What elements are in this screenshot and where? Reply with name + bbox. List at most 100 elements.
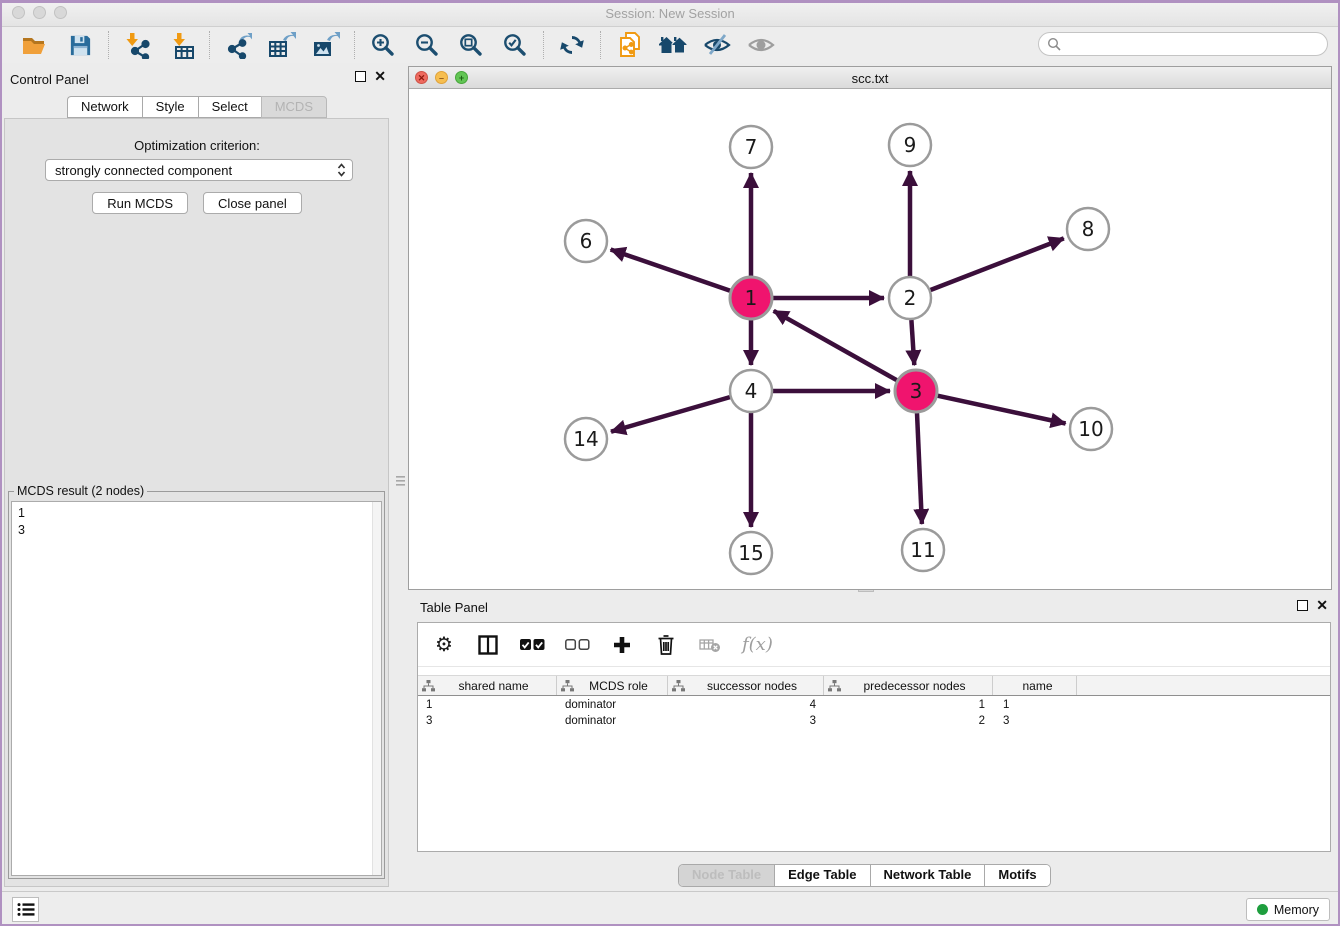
unchecked-boxes-icon (565, 639, 590, 651)
save-session-button[interactable] (65, 31, 95, 59)
table-cell: 3 (668, 713, 824, 729)
table-settings-button[interactable]: ⚙ (432, 631, 456, 659)
graph-node-label-11: 11 (910, 538, 935, 562)
eye-slash-icon (703, 32, 731, 58)
mcds-result-scrollbar[interactable] (372, 502, 381, 875)
list-icon (17, 902, 35, 917)
export-table-icon (268, 32, 296, 59)
network-canvas[interactable]: 1234678910111415 (409, 89, 1331, 589)
optimization-criterion-label: Optimization criterion: (0, 138, 394, 153)
table-header: shared name MCDS role successor nodes pr… (418, 675, 1330, 696)
column-header-mcds-role[interactable]: MCDS role (557, 676, 668, 695)
graph-edge-4-14[interactable] (611, 397, 730, 432)
tab-network-table[interactable]: Network Table (871, 865, 986, 886)
function-builder-button[interactable]: f(x) (742, 631, 773, 659)
table-cell: 1 (993, 697, 1077, 713)
hierarchy-icon (422, 680, 435, 692)
search-box (1038, 32, 1328, 56)
columns-icon (478, 635, 498, 655)
search-icon (1047, 37, 1061, 51)
table-row[interactable]: 3dominator323 (418, 713, 1330, 729)
open-session-button[interactable] (21, 31, 51, 59)
toggle-column-panel-button[interactable] (476, 631, 500, 659)
graph-node-label-14: 14 (573, 427, 598, 451)
checked-boxes-icon (520, 639, 545, 651)
unselect-all-columns-button[interactable] (565, 631, 590, 659)
mcds-result-group: MCDS result (2 nodes) 1 3 (8, 491, 385, 879)
table-panel-body: ⚙ f(x) shared name MCDS role successor n… (417, 622, 1331, 852)
tab-edge-table[interactable]: Edge Table (775, 865, 870, 886)
table-panel-close-icon[interactable]: ✕ (1316, 600, 1328, 611)
select-all-columns-button[interactable] (520, 631, 545, 659)
houses-icon (658, 33, 688, 57)
show-all-button[interactable] (746, 31, 776, 59)
column-header-shared-name[interactable]: shared name (418, 676, 557, 695)
close-panel-button[interactable]: Close panel (203, 192, 302, 214)
table-row[interactable]: 1dominator411 (418, 697, 1330, 713)
control-panel-close-icon[interactable]: ✕ (374, 71, 386, 82)
tab-network[interactable]: Network (67, 96, 142, 118)
tab-style[interactable]: Style (142, 96, 198, 118)
tab-node-table[interactable]: Node Table (679, 865, 775, 886)
control-panel: Control Panel ✕ Network Style Select MCD… (0, 63, 394, 889)
table-cell: 1 (824, 697, 993, 713)
first-neighbors-button[interactable] (658, 31, 688, 59)
graph-edge-2-8[interactable] (931, 238, 1064, 290)
graph-node-label-7: 7 (745, 135, 758, 159)
os-titlebar: Session: New Session (0, 0, 1340, 27)
zoom-selected-button[interactable] (500, 31, 530, 59)
table-panel-float-icon[interactable] (1297, 600, 1308, 611)
hierarchy-icon (828, 680, 841, 692)
vertical-splitter-handle[interactable] (396, 468, 405, 494)
delete-table-button[interactable] (698, 631, 722, 659)
tab-select[interactable]: Select (198, 96, 261, 118)
control-panel-float-icon[interactable] (355, 71, 366, 82)
column-header-name[interactable]: name (993, 676, 1077, 695)
table-cell: dominator (557, 713, 668, 729)
new-network-from-selection-button[interactable] (614, 31, 644, 59)
graph-edge-3-11[interactable] (917, 413, 922, 524)
zoom-out-button[interactable] (412, 31, 442, 59)
zoom-fit-button[interactable] (456, 31, 486, 59)
search-input[interactable] (1066, 34, 1327, 54)
column-header-predecessor-nodes[interactable]: predecessor nodes (824, 676, 993, 695)
graph-edge-2-3[interactable] (911, 320, 914, 365)
import-table-button[interactable] (166, 31, 196, 59)
delete-column-button[interactable] (654, 631, 678, 659)
table-cell: 4 (668, 697, 824, 713)
node-table-body: 1dominator4113dominator323 (418, 697, 1330, 851)
export-image-button[interactable] (311, 31, 341, 59)
graph-edge-3-10[interactable] (938, 396, 1066, 424)
tab-motifs[interactable]: Motifs (985, 865, 1049, 886)
column-header-successor-nodes[interactable]: successor nodes (668, 676, 824, 695)
memory-label: Memory (1274, 903, 1319, 917)
mcds-result-area[interactable]: 1 3 (11, 501, 382, 876)
zoom-in-button[interactable] (368, 31, 398, 59)
create-column-button[interactable] (610, 631, 634, 659)
hierarchy-icon (672, 680, 685, 692)
export-table-button[interactable] (267, 31, 297, 59)
zoom-in-icon (370, 32, 396, 58)
network-window: scc.txt 1234678910111415 (408, 66, 1332, 590)
tab-mcds[interactable]: MCDS (261, 96, 327, 118)
export-network-button[interactable] (223, 31, 253, 59)
hide-selected-button[interactable] (702, 31, 732, 59)
optimization-criterion-select[interactable]: strongly connected component (45, 159, 353, 181)
import-network-button[interactable] (122, 31, 152, 59)
refresh-icon (559, 32, 585, 58)
graph-node-label-15: 15 (738, 541, 763, 565)
task-history-button[interactable] (12, 897, 39, 922)
memory-button[interactable]: Memory (1246, 898, 1330, 921)
export-network-icon (225, 32, 252, 59)
table-cell: dominator (557, 697, 668, 713)
run-mcds-button[interactable]: Run MCDS (92, 192, 188, 214)
graph-edge-3-1[interactable] (774, 311, 897, 380)
table-cell: 2 (824, 713, 993, 729)
graph-node-label-10: 10 (1078, 417, 1103, 441)
graph-node-label-1: 1 (745, 286, 758, 310)
control-panel-title: Control Panel (10, 72, 89, 87)
refresh-button[interactable] (557, 31, 587, 59)
graph-node-label-6: 6 (580, 229, 593, 253)
graph-edge-1-6[interactable] (611, 250, 731, 291)
graph-node-label-4: 4 (745, 379, 758, 403)
